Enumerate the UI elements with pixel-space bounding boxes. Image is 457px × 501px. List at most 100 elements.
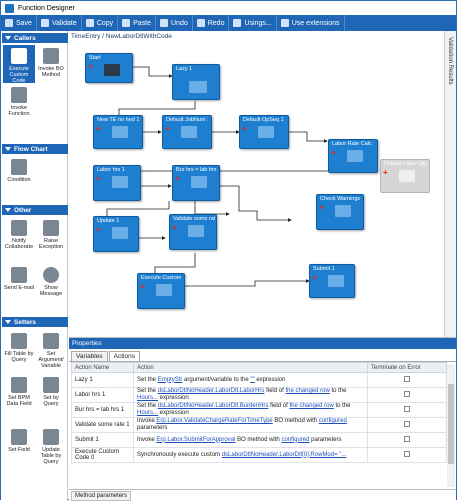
- terminate-on-error-checkbox[interactable]: [404, 421, 410, 427]
- action-link[interactable]: EmptyStr: [158, 377, 183, 383]
- undo-button[interactable]: Undo: [156, 15, 193, 31]
- action-link[interactable]: the changed row: [289, 403, 333, 409]
- action-link[interactable]: configured: [281, 437, 309, 443]
- action-link[interactable]: dsLaborDtlNoHeader.LaborDtl[0].RowMod= "…: [222, 452, 347, 458]
- expand-plus-icon[interactable]: +: [312, 274, 317, 282]
- expand-plus-icon[interactable]: +: [331, 149, 336, 157]
- validation-results-tab[interactable]: Validation Results: [444, 31, 456, 337]
- code-icon: [11, 48, 27, 64]
- tool-set-by-query[interactable]: Set by Query: [35, 377, 67, 407]
- email-icon: [11, 267, 27, 283]
- tool-invoke-bo-method[interactable]: Invoke BO Method: [35, 45, 67, 78]
- save-button[interactable]: Save: [1, 15, 37, 31]
- expand-plus-icon[interactable]: +: [383, 169, 388, 177]
- expand-plus-icon[interactable]: +: [175, 175, 180, 183]
- designer-canvas[interactable]: TimeEntry / NewLaborDtlWithCode Start + …: [69, 31, 443, 337]
- condition-icon: [11, 159, 27, 175]
- table-row[interactable]: Validate some rate 1 Invoke Erp.Labor.Va…: [71, 417, 447, 433]
- flow-node-validate-some-rate[interactable]: Validate some rate +: [169, 214, 217, 250]
- action-link[interactable]: configured: [319, 418, 347, 424]
- app-icon: [5, 3, 14, 13]
- flow-node-default-opseq-1[interactable]: Default OpSeq 1 +: [239, 115, 289, 149]
- callers-header[interactable]: Callers: [2, 33, 68, 43]
- other-header[interactable]: Other: [2, 205, 68, 215]
- tab-actions[interactable]: Actions: [108, 351, 140, 361]
- action-description-cell: Set the EmptyStr argument/variable to th…: [133, 372, 368, 388]
- flowchart-header[interactable]: Flow Chart: [2, 144, 68, 154]
- action-link[interactable]: Hours...: [137, 410, 158, 416]
- expand-plus-icon[interactable]: +: [165, 125, 170, 133]
- flow-node-check-warnings-1[interactable]: Check Warnings 1 +: [316, 194, 364, 230]
- paste-button[interactable]: Paste: [118, 15, 156, 31]
- tool-execute-custom-code[interactable]: Execute Custom Code: [3, 45, 35, 84]
- action-link[interactable]: the changed row: [285, 388, 329, 394]
- tool-show-message[interactable]: Show Message: [35, 267, 67, 297]
- expand-plus-icon[interactable]: +: [172, 224, 177, 232]
- tool-send-email[interactable]: Send E-mail: [3, 267, 35, 291]
- action-link[interactable]: Erp.Labor.ValidateChargeRateForTimeType: [156, 418, 272, 424]
- tool-condition[interactable]: Condition: [3, 159, 35, 183]
- action-name-cell: Validate some rate 1: [71, 417, 134, 433]
- flow-node-default-jobnum-1[interactable]: Default JobNum 1 +: [162, 115, 212, 149]
- flow-node-labor-rate-calc-1[interactable]: Labor Rate Calc 1 +: [328, 139, 378, 173]
- tool-set-argument-variable[interactable]: Set Argument/ Variable: [35, 333, 67, 369]
- flow-node-submit-1[interactable]: Submit 1 +: [309, 264, 355, 298]
- tab-variables[interactable]: Variables: [71, 351, 108, 361]
- flow-node-default-labor-qty[interactable]: Default Labor Qty +: [380, 159, 430, 193]
- expand-plus-icon[interactable]: +: [88, 63, 93, 71]
- table-row[interactable]: Execute Custom Code 0 Synchronously exec…: [71, 447, 447, 463]
- usings-button[interactable]: Usings...: [229, 15, 277, 31]
- terminate-on-error-checkbox[interactable]: [404, 406, 410, 412]
- action-description-cell: Set the dsLaborDtlNoHeader.LaborDtl.Labo…: [133, 387, 368, 403]
- column-header-action[interactable]: Action: [133, 362, 368, 373]
- action-description-cell: Set the dsLaborDtlNoHeader.LaborDtl.Burd…: [133, 402, 368, 418]
- table-row[interactable]: Submit 1 Invoke Erp.Labor.SubmitForAppro…: [71, 432, 447, 448]
- flow-node-execute-custom-code[interactable]: Execute Custom Co +: [137, 273, 185, 309]
- terminate-on-error-checkbox[interactable]: [404, 391, 410, 397]
- validate-button[interactable]: Validate: [37, 15, 82, 31]
- tool-raise-exception[interactable]: Raise Exception: [35, 220, 67, 250]
- copy-button[interactable]: Copy: [82, 15, 119, 31]
- toolbox-panel: Callers Execute Custom Code Invoke BO Me…: [1, 31, 68, 501]
- table-row[interactable]: Bur hrs = lab hrs 1 Set the dsLaborDtlNo…: [71, 402, 447, 418]
- flow-node-update-1[interactable]: Update 1 +: [93, 216, 139, 252]
- tool-fill-table-by-query[interactable]: Fill Table by Query: [3, 333, 35, 363]
- tool-notify-collaborate[interactable]: Notify Collaborate: [3, 220, 35, 250]
- flow-node-labor-hrs-1[interactable]: Labor hrs 1 +: [93, 165, 141, 201]
- expand-plus-icon[interactable]: +: [140, 283, 145, 291]
- expand-plus-icon[interactable]: +: [319, 204, 324, 212]
- flow-node-new-te-no-hed-1[interactable]: New TE no hed 1 +: [93, 115, 143, 149]
- setters-header[interactable]: Setters: [2, 317, 68, 327]
- table-row[interactable]: Labor hrs 1 Set the dsLaborDtlNoHeader.L…: [71, 387, 447, 403]
- action-link[interactable]: Hours...: [137, 395, 158, 401]
- scrollbar-thumb[interactable]: [448, 384, 454, 464]
- bo-method-node-icon: [112, 126, 128, 138]
- tool-set-field[interactable]: Set Field: [3, 429, 35, 453]
- validate-icon: [40, 19, 49, 27]
- redo-button[interactable]: Redo: [193, 15, 230, 31]
- properties-scrollbar[interactable]: [447, 364, 455, 487]
- tool-set-bpm-data-field[interactable]: Set BPM Data Field: [3, 377, 35, 407]
- tool-update-table-by-query[interactable]: Update Table by Query: [35, 429, 67, 465]
- flow-node-start[interactable]: Start +: [85, 53, 133, 83]
- terminate-on-error-checkbox[interactable]: [404, 436, 410, 442]
- action-link[interactable]: dsLaborDtlNoHeader.LaborDtl.LaborHrs: [158, 388, 265, 394]
- collapse-icon: [5, 208, 11, 212]
- column-header-terminate[interactable]: Terminate on Error: [367, 362, 447, 373]
- expand-plus-icon[interactable]: +: [242, 125, 247, 133]
- update-table-icon: [43, 429, 59, 445]
- use-extensions-button[interactable]: Use extensions: [277, 15, 345, 31]
- terminate-on-error-checkbox[interactable]: [404, 376, 410, 382]
- flow-node-bur-hrs-lab-hrs-1[interactable]: Bur hrs = lab hrs 1 +: [172, 165, 220, 201]
- bo-method-node-icon: [181, 126, 197, 138]
- terminate-on-error-checkbox[interactable]: [404, 451, 410, 457]
- flow-node-lazy-1[interactable]: Lazy 1: [172, 64, 220, 100]
- table-row[interactable]: Lazy 1 Set the EmptyStr argument/variabl…: [71, 372, 447, 388]
- expand-plus-icon[interactable]: +: [96, 125, 101, 133]
- tool-invoke-function[interactable]: Invoke Function: [3, 87, 35, 117]
- action-link[interactable]: dsLaborDtlNoHeader.LaborDtl.BurdenHrs: [158, 403, 269, 409]
- expand-plus-icon[interactable]: +: [96, 175, 101, 183]
- column-header-action-name[interactable]: Action Name: [71, 362, 134, 373]
- expand-plus-icon[interactable]: +: [96, 226, 101, 234]
- action-link[interactable]: Erp.Labor.SubmitForApproval: [156, 437, 235, 443]
